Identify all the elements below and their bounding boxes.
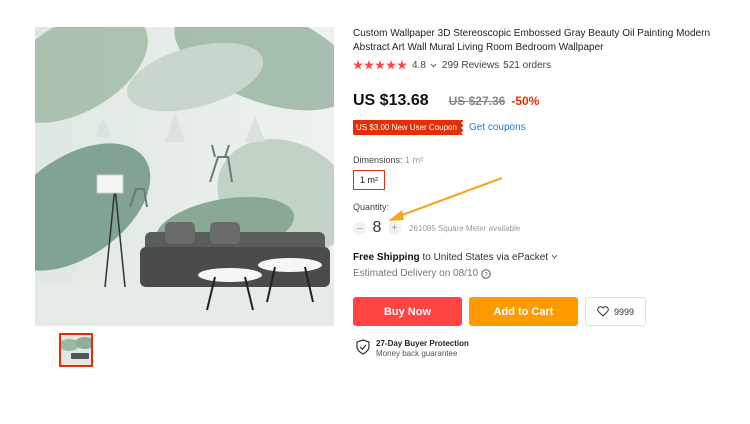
protection-title: 27-Day Buyer Protection [376, 339, 469, 348]
rating-row: 4.8 299 Reviews 521 orders [353, 58, 555, 72]
shipping-info[interactable]: Free Shipping to United States via ePack… [353, 252, 558, 263]
orders-count: 521 orders [503, 59, 551, 71]
star-icon [397, 60, 407, 70]
annotation-arrow-icon [388, 177, 503, 221]
buy-now-button[interactable]: Buy Now [353, 297, 462, 326]
star-icon [364, 60, 374, 70]
rating-stars [353, 60, 407, 70]
reviews-link[interactable]: 299 Reviews [442, 60, 499, 71]
help-icon[interactable]: ? [481, 268, 491, 279]
price-row: US $13.68 US $27.36 -50% [353, 92, 539, 110]
shield-check-icon [356, 339, 370, 355]
thumbnail-image[interactable] [59, 333, 93, 367]
free-shipping-label: Free Shipping [353, 252, 420, 263]
buyer-protection: 27-Day Buyer Protection Money back guara… [356, 339, 469, 359]
star-icon [386, 60, 396, 70]
product-title: Custom Wallpaper 3D Stereoscopic Embosse… [353, 28, 711, 53]
chevron-down-icon[interactable] [430, 62, 437, 69]
dimensions-selected-value: 1 m² [405, 155, 424, 165]
quantity-minus-button[interactable]: – [353, 221, 366, 235]
star-icon [375, 60, 385, 70]
delivery-text: Estimated Delivery on 08/10 [353, 268, 479, 279]
chevron-down-icon[interactable] [551, 253, 558, 260]
protection-subtitle: Money back guarantee [376, 349, 458, 358]
shipping-destination: to United States via ePacket [419, 252, 549, 263]
wishlist-count: 9999 [613, 306, 635, 317]
discount-badge: -50% [511, 94, 540, 108]
get-coupons-link[interactable]: Get coupons [469, 122, 526, 133]
heart-icon [597, 306, 609, 317]
original-price: US $27.36 [448, 94, 506, 108]
new-user-coupon[interactable]: US $3.00 New User Coupon [353, 120, 463, 135]
star-icon [353, 60, 363, 70]
delivery-estimate: Estimated Delivery on 08/10 ? [353, 268, 491, 279]
dimensions-label: Dimensions: 1 m² [353, 155, 423, 165]
main-product-image[interactable] [35, 27, 334, 326]
current-price: US $13.68 [353, 92, 429, 109]
coupon-row: US $3.00 New User Coupon Get coupons [353, 120, 526, 135]
rating-value: 4.8 [412, 59, 426, 71]
wishlist-button[interactable]: 9999 [585, 297, 646, 326]
add-to-cart-button[interactable]: Add to Cart [469, 297, 578, 326]
dimensions-label-text: Dimensions: [353, 155, 403, 165]
